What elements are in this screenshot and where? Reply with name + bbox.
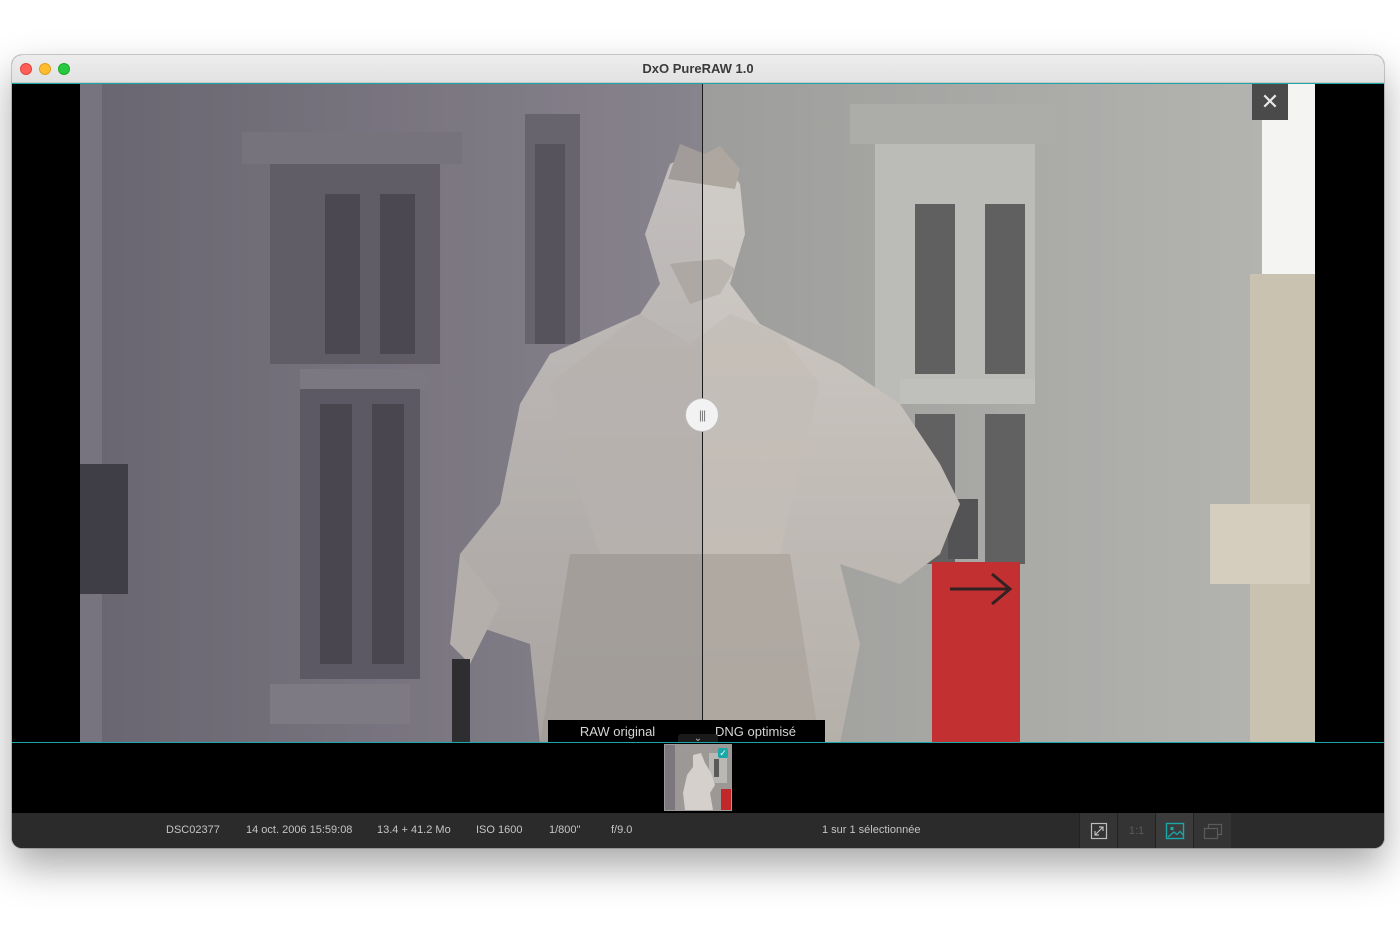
filmstrip-thumbnail[interactable]: ✓ [664,744,732,811]
shutter-speed: 1/800" [549,824,581,836]
close-viewer-button[interactable]: ✕ [1252,84,1288,120]
chevron-down-icon[interactable]: ⌄ [678,734,718,742]
title-bar: DxO PureRAW 1.0 [12,55,1384,83]
raw-original-label: RAW original [579,724,656,739]
selected-check-icon[interactable]: ✓ [718,748,728,758]
zoom-1-1-label: 1:1 [1128,824,1145,837]
fullscreen-icon [1090,822,1107,839]
fullscreen-button[interactable] [1079,813,1117,848]
compare-label-bar: RAW original DNG optimisé ⌄ [548,720,825,742]
capture-date: 14 oct. 2006 15:59:08 [246,824,353,836]
split-drag-handle-icon[interactable]: ||| [685,398,719,432]
app-window: DxO PureRAW 1.0 ||| ✕ RAW original DNG o… [12,55,1384,848]
file-name: DSC02377 [166,824,220,836]
window-title: DxO PureRAW 1.0 [642,61,754,76]
iso-value: ISO 1600 [476,824,523,836]
file-size: 13.4 + 41.2 Mo [377,824,451,836]
selection-count: 1 sur 1 sélectionnée [822,824,921,836]
zoom-1-1-button[interactable]: 1:1 [1117,813,1155,848]
status-bar: DSC02377 14 oct. 2006 15:59:08 13.4 + 41… [12,813,1384,848]
compare-view-button[interactable] [1193,813,1231,848]
image-viewer[interactable]: ||| ✕ RAW original DNG optimisé ⌄ [12,83,1384,743]
aperture-value: f/9.0 [611,824,633,836]
single-view-button[interactable] [1155,813,1193,848]
compare-view-icon [1203,823,1222,839]
single-image-view-icon [1165,822,1184,839]
filmstrip: ✓ [12,743,1384,813]
